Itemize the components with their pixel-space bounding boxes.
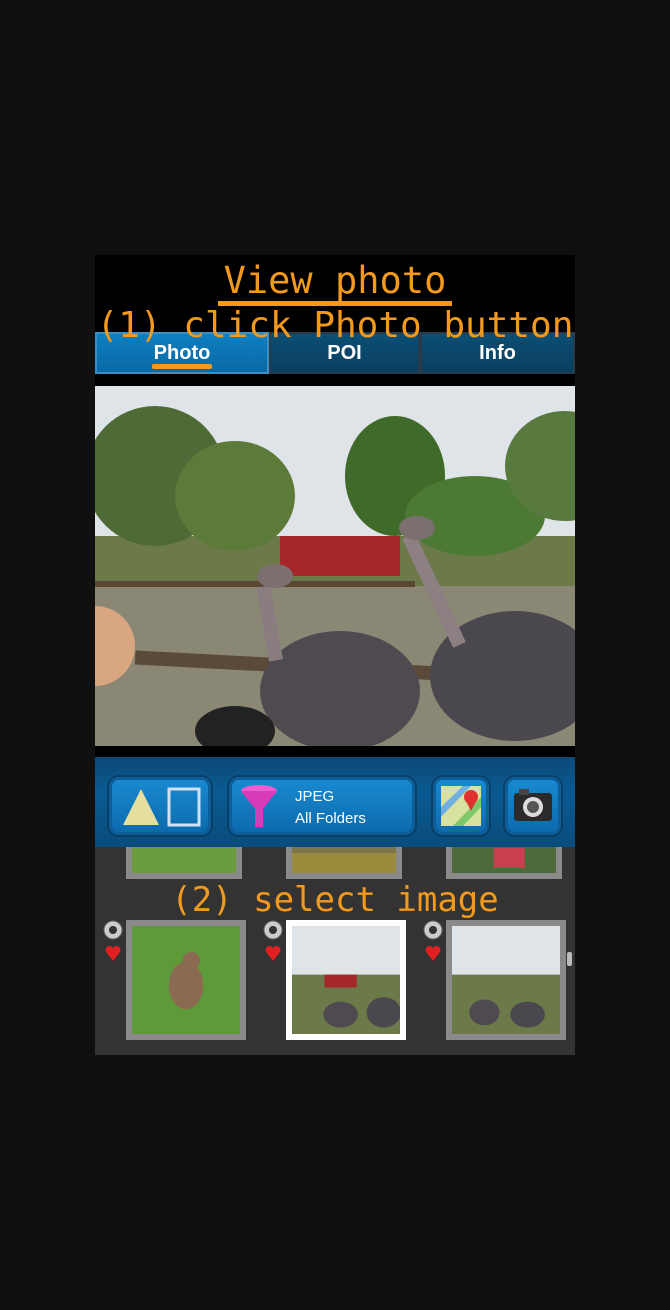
thumbnail-ostrich[interactable] xyxy=(446,920,566,1040)
thumbnail-grid: (2) select image xyxy=(95,847,575,1055)
filter-button[interactable]: JPEG All Folders xyxy=(229,777,415,835)
camera-small-icon xyxy=(423,920,443,940)
heart-pin-icon xyxy=(263,943,283,963)
camera-button[interactable] xyxy=(505,777,561,835)
thumbnail[interactable] xyxy=(286,847,402,879)
heart-pin-icon xyxy=(423,943,443,963)
annotation-step1: (1) click Photo button xyxy=(96,305,574,346)
scrollbar[interactable] xyxy=(567,952,572,966)
annotation-title: View photo xyxy=(95,259,575,306)
app-screen: View photo (1) click Photo button Photo … xyxy=(95,255,575,1055)
camera-small-icon xyxy=(263,920,283,940)
map-button[interactable] xyxy=(433,777,489,835)
camera-icon xyxy=(514,789,552,821)
toolbar: JPEG All Folders xyxy=(95,757,575,847)
filter-scope: All Folders xyxy=(295,810,366,827)
camera-small-icon xyxy=(103,920,123,940)
heart-pin-icon xyxy=(103,943,123,963)
navigation-arrow-icon xyxy=(123,787,201,827)
ostrich-photo xyxy=(95,386,575,746)
filter-type: JPEG xyxy=(295,788,335,805)
map-icon xyxy=(441,786,481,826)
thumbnail-wallaby[interactable] xyxy=(126,920,246,1040)
photo-viewer[interactable] xyxy=(95,386,575,746)
thumbnail[interactable] xyxy=(126,847,242,879)
view-mode-button[interactable] xyxy=(109,777,211,835)
thumbnail[interactable] xyxy=(446,847,562,879)
thumbnail-ostrich-selected[interactable] xyxy=(286,920,406,1040)
active-tab-indicator xyxy=(152,364,212,369)
funnel-icon xyxy=(241,785,277,827)
annotation-step2: (2) select image xyxy=(171,880,499,920)
